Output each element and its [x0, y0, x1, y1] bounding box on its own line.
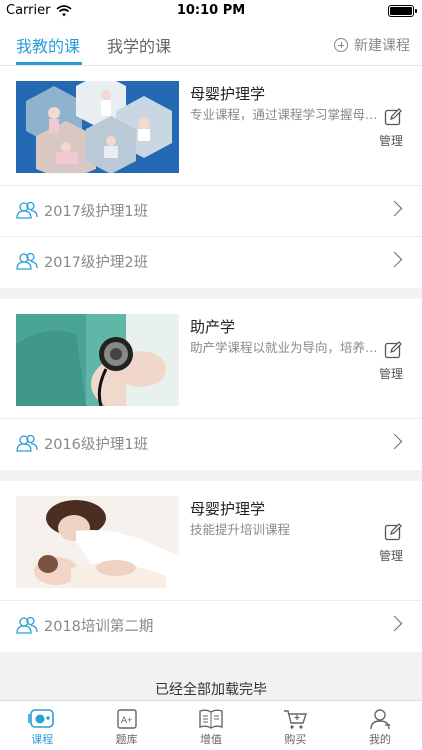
course-title: 母婴护理学 — [190, 85, 266, 103]
class-name: 2018培训第二期 — [44, 619, 154, 635]
tab-bar-label: 增值 — [200, 733, 223, 746]
chevron-right-icon — [386, 251, 403, 268]
user-icon — [370, 709, 390, 730]
group-icon — [16, 434, 38, 452]
question-bank-icon: A+ — [116, 709, 137, 729]
tab-bar-label: 题库 — [115, 733, 138, 746]
edit-icon — [384, 108, 402, 126]
chevron-right-icon — [386, 615, 403, 632]
class-name: 2016级护理1班 — [44, 437, 149, 453]
tab-bar-item-question-bank[interactable]: A+ 题库 — [84, 701, 168, 750]
manage-label: 管理 — [378, 549, 403, 563]
course-list: 母婴护理学 专业课程，通过课程学习掌握母婴护理知识 管理 201 — [0, 66, 422, 663]
status-bar: Carrier 10:10 PM — [0, 0, 422, 22]
tab-bar-item-purchase[interactable]: 购买 — [253, 701, 337, 750]
course-description: 专业课程，通过课程学习掌握母婴护理知识 — [190, 107, 378, 122]
edit-icon — [384, 341, 402, 359]
add-circle-icon — [334, 38, 348, 52]
bottom-tab-bar: 课程 A+ 题库 增值 购买 我的 — [0, 700, 422, 750]
top-tab-bar: 我教的课 我学的课 新建课程 — [0, 22, 422, 66]
course-card: 母婴护理学 技能提升培训课程 管理 2018培训第二期 — [0, 481, 422, 652]
status-time: 10:10 PM — [176, 3, 246, 18]
end-of-list-text: 已经全部加载完毕 — [155, 682, 267, 698]
course-description: 助产学课程以就业为导向，培养助产技能 — [190, 340, 378, 355]
course-thumbnail-midwifery — [16, 314, 179, 406]
manage-label: 管理 — [378, 134, 403, 148]
group-icon — [16, 252, 38, 270]
course-thumbnail-mother-baby — [16, 496, 179, 588]
tab-bar-label: 我的 — [368, 733, 391, 746]
tab-bar-label: 购买 — [284, 733, 307, 746]
course-header[interactable]: 母婴护理学 专业课程，通过课程学习掌握母婴护理知识 管理 — [0, 66, 422, 186]
course-header[interactable]: 母婴护理学 技能提升培训课程 管理 — [0, 481, 422, 601]
book-icon — [199, 709, 223, 729]
new-course-label: 新建课程 — [354, 38, 410, 54]
battery-icon — [388, 5, 417, 17]
app-screen: Carrier 10:10 PM 我教的课 我学的课 新建课程 母婴护理学 专业… — [0, 0, 422, 750]
course-title: 母婴护理学 — [190, 500, 266, 518]
class-row[interactable]: 2018培训第二期 — [0, 601, 422, 652]
manage-label: 管理 — [378, 367, 403, 381]
class-row[interactable]: 2017级护理2班 — [0, 237, 422, 288]
active-tab-indicator — [16, 62, 82, 65]
manage-button[interactable]: 管理 — [379, 108, 406, 149]
manage-button[interactable]: 管理 — [379, 341, 406, 382]
manage-button[interactable]: 管理 — [379, 523, 406, 564]
chevron-right-icon — [386, 433, 403, 450]
cart-icon — [284, 710, 308, 729]
course-card: 母婴护理学 专业课程，通过课程学习掌握母婴护理知识 管理 201 — [0, 66, 422, 288]
tab-teaching-courses[interactable]: 我教的课 — [16, 33, 80, 57]
course-icon — [28, 709, 55, 728]
tab-bar-label: 课程 — [31, 733, 54, 746]
course-description: 技能提升培训课程 — [190, 522, 291, 537]
new-course-button[interactable]: 新建课程 — [334, 35, 410, 55]
svg-text:A+: A+ — [121, 715, 132, 725]
chevron-right-icon — [386, 200, 403, 217]
tab-bar-item-courses[interactable]: 课程 — [0, 701, 84, 750]
class-row[interactable]: 2016级护理1班 — [0, 419, 422, 470]
tab-learning-courses[interactable]: 我学的课 — [107, 33, 171, 57]
tab-bar-item-profile[interactable]: 我的 — [338, 701, 422, 750]
class-row[interactable]: 2017级护理1班 — [0, 186, 422, 237]
course-card: 助产学 助产学课程以就业为导向，培养助产技能 管理 2016级护 — [0, 299, 422, 470]
course-thumbnail-nursing — [16, 81, 179, 173]
course-header[interactable]: 助产学 助产学课程以就业为导向，培养助产技能 管理 — [0, 299, 422, 419]
edit-icon — [384, 523, 402, 541]
class-name: 2017级护理2班 — [44, 255, 149, 271]
class-name: 2017级护理1班 — [44, 204, 149, 220]
group-icon — [16, 616, 38, 634]
course-title: 助产学 — [190, 318, 236, 336]
tab-bar-item-value-added[interactable]: 增值 — [169, 701, 253, 750]
group-icon — [16, 201, 38, 219]
